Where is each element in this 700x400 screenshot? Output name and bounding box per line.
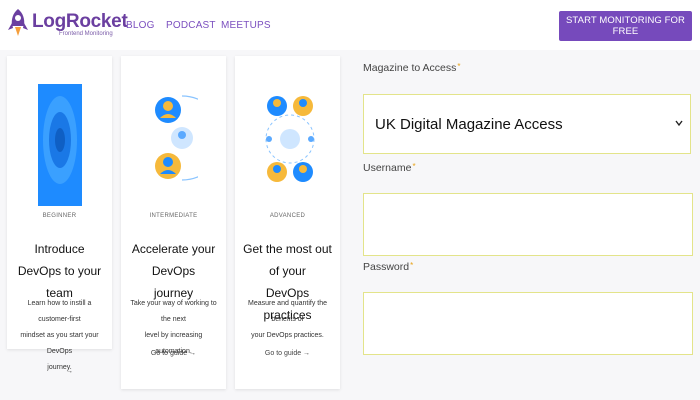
intermediate-illustration-icon	[155, 95, 198, 181]
go-to-guide-link[interactable]: →	[7, 368, 132, 375]
brand-tagline: Frontend Monitoring	[59, 31, 113, 37]
advanced-illustration-icon	[265, 96, 315, 182]
brand-name: LogRocket	[32, 11, 128, 32]
card-description-line: Measure and quantify the benefits of	[248, 300, 327, 323]
card-level: INTERMEDIATE	[149, 213, 198, 219]
guide-card-advanced[interactable]: ADVANCED Get the most out of your DevOps…	[235, 56, 340, 389]
required-marker: *	[410, 261, 414, 270]
nav-link-podcast[interactable]: PODCAST	[166, 20, 216, 31]
required-marker: *	[412, 162, 416, 171]
magazine-select[interactable]: UK Digital Magazine Access	[363, 94, 691, 154]
start-monitoring-button[interactable]: START MONITORING FOR FREE	[559, 11, 692, 41]
password-label: Password*	[363, 261, 413, 273]
card-level: ADVANCED	[269, 213, 306, 219]
magazine-label: Magazine to Access*	[363, 62, 461, 74]
card-level: BEGINNER	[42, 213, 77, 219]
card-description-line: your DevOps practices.	[251, 332, 324, 339]
go-to-guide-link[interactable]: Go to guide →	[121, 350, 226, 357]
card-title-line: Get the most out of your	[243, 242, 332, 278]
card-title: Accelerate your DevOps journey	[127, 238, 220, 304]
card-description: Learn how to instill a customer-first mi…	[15, 296, 104, 376]
nav-link-blog[interactable]: BLOG	[126, 20, 155, 31]
guide-card-intermediate[interactable]: INTERMEDIATE Accelerate your DevOps jour…	[121, 56, 226, 389]
username-label-text: Username	[363, 162, 412, 174]
magazine-label-text: Magazine to Access	[363, 62, 457, 74]
password-label-text: Password	[363, 261, 410, 273]
card-description: Measure and quantify the benefits of you…	[243, 296, 332, 344]
go-to-guide-link[interactable]: Go to guide →	[235, 350, 340, 357]
chevron-down-icon	[675, 120, 683, 127]
required-marker: *	[457, 62, 461, 71]
guide-card-beginner[interactable]: BEGINNER Introduce DevOps to your team L…	[7, 56, 112, 371]
nav-link-meetups[interactable]: MEETUPS	[221, 20, 271, 31]
card-description-line: mindset as you start your DevOps	[20, 332, 99, 355]
card-description-line: Learn how to instill a customer-first	[27, 300, 92, 323]
card-title: Introduce DevOps to your team	[13, 238, 106, 304]
rocket-logo-icon	[8, 9, 28, 36]
beginner-illustration-icon	[38, 84, 82, 206]
card-title-line: Introduce DevOps to your	[17, 242, 102, 278]
card-description-line: Take your way of working to the next	[130, 300, 217, 323]
password-field[interactable]	[363, 292, 693, 355]
magazine-select-value: UK Digital Magazine Access	[375, 116, 563, 133]
username-label: Username*	[363, 162, 416, 174]
username-field[interactable]	[363, 193, 693, 256]
logrocket-logo[interactable]: LogRocket Frontend Monitoring	[6, 8, 128, 40]
top-navigation-bar: LogRocket Frontend Monitoring BLOG PODCA…	[0, 0, 700, 50]
card-title-line: Accelerate your DevOps	[131, 242, 216, 278]
